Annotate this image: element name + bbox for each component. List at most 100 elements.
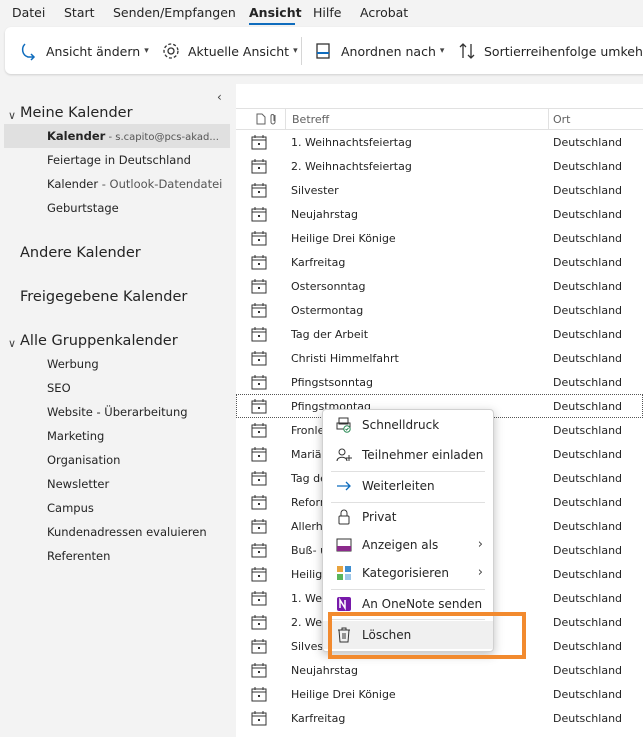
group-calendar-item[interactable]: Kundenadressen evaluieren [47,525,207,539]
chevron-down-icon: ▾ [144,46,149,56]
arrange-by-button[interactable]: Anordnen nach ▾ [314,40,444,62]
row-subject: Heilige Drei Könige [291,232,396,245]
ribbon-divider [301,37,302,65]
table-row[interactable]: Neujahrstag Deutschland [236,658,643,682]
table-row[interactable]: Silvester Deutschland [236,178,643,202]
group-calendar-item[interactable]: Newsletter [47,477,109,491]
tab-hilfe[interactable]: Hilfe [313,5,341,20]
menu-item-quick-print[interactable]: Schnelldruck [323,411,493,439]
table-row[interactable]: Heilige Drei Könige Deutschland [236,682,643,706]
row-location: Deutschland [553,208,623,221]
table-row[interactable]: Tag der Arbeit Deutschland [236,322,643,346]
group-calendar-item[interactable]: Werbung [47,357,99,371]
row-subject: Neujahrstag [291,208,359,221]
group-calendar-item[interactable]: Website - Überarbeitung [47,405,188,419]
calendar-item-main[interactable]: Kalender - s.capito@pcs-akad... [47,129,219,143]
column-divider[interactable] [285,109,286,129]
table-row[interactable]: Karfreitag Deutschland [236,706,643,730]
row-location: Deutschland [553,256,623,269]
calendar-item-datafile[interactable]: Kalender - Outlook-Datendatei [47,177,222,191]
row-subject: Mariä [291,448,322,461]
table-row[interactable]: Ostersonntag Deutschland [236,274,643,298]
group-calendar-item[interactable]: Marketing [47,429,104,443]
group-all-group-calendars[interactable]: Alle Gruppenkalender [20,333,178,349]
tab-datei[interactable]: Datei [12,5,45,20]
row-location: Deutschland [553,496,623,509]
column-header-location[interactable]: Ort [553,113,571,126]
menu-item-private[interactable]: Privat [323,503,493,531]
table-row[interactable]: Neujahrstag Deutschland [236,202,643,226]
row-location: Deutschland [553,472,623,485]
group-my-calendars[interactable]: Meine Kalender [20,105,133,121]
calendar-event-icon [251,447,267,462]
row-location: Deutschland [553,688,623,701]
table-row[interactable]: Karfreitag Deutschland [236,250,643,274]
group-calendar-item[interactable]: SEO [47,381,71,395]
column-divider[interactable] [548,109,549,129]
menu-item-invite-attendees[interactable]: Teilnehmer einladen [323,441,493,469]
calendar-event-icon [251,255,267,270]
item-type-icon[interactable] [256,113,266,125]
group-shared-calendars[interactable]: Freigegebene Kalender [20,289,187,305]
current-view-button[interactable]: Aktuelle Ansicht ▾ [161,40,298,62]
row-subject: 1. Wei [291,592,326,605]
row-location: Deutschland [553,520,623,533]
row-subject: 2. Weihnachtsfeiertag [291,160,412,173]
row-location: Deutschland [553,232,623,245]
table-row[interactable]: Pfingstsonntag Deutschland [236,370,643,394]
collapse-pane-icon[interactable]: ‹ [217,90,222,104]
table-row[interactable]: 2. Weihnachtsfeiertag Deutschland [236,154,643,178]
calendar-event-icon [251,135,267,150]
chevron-down-icon[interactable]: ∨ [8,109,16,122]
row-location: Deutschland [553,448,623,461]
column-header-subject[interactable]: Betreff [292,113,329,126]
group-calendar-item[interactable]: Organisation [47,453,120,467]
table-row[interactable]: Ostermontag Deutschland [236,298,643,322]
calendar-event-icon [251,303,267,318]
tab-acrobat[interactable]: Acrobat [360,5,408,20]
menu-item-forward[interactable]: Weiterleiten [323,472,493,500]
row-subject: Karfreitag [291,256,346,269]
attachment-icon[interactable] [270,113,278,125]
menu-item-categorize[interactable]: Kategorisieren › [323,559,493,587]
calendar-name: Kalender [47,129,106,143]
table-row[interactable]: Heilige Drei Könige Deutschland [236,226,643,250]
menu-item-show-as[interactable]: Anzeigen als › [323,531,493,559]
calendar-item-holidays[interactable]: Feiertage in Deutschland [47,153,191,167]
row-location: Deutschland [553,424,623,437]
chevron-down-icon: ▾ [293,46,298,56]
tab-senden-empfangen[interactable]: Senden/Empfangen [113,5,236,20]
row-location: Deutschland [553,712,623,725]
onenote-icon [337,597,351,611]
group-calendar-item[interactable]: Campus [47,501,94,515]
change-view-label: Ansicht ändern [46,43,141,59]
calendar-event-icon [251,279,267,294]
table-row[interactable]: Christi Himmelfahrt Deutschland [236,346,643,370]
row-subject: Pfingstsonntag [291,376,374,389]
row-subject: Ostersonntag [291,280,366,293]
group-other-calendars[interactable]: Andere Kalender [20,245,141,261]
calendar-event-icon [251,639,267,654]
row-location: Deutschland [553,136,623,149]
print-icon [336,417,351,433]
calendar-event-icon [251,567,267,582]
calendar-item-birthdays[interactable]: Geburtstage [47,201,119,215]
tab-ansicht[interactable]: Ansicht [249,5,302,20]
calendar-event-icon [251,543,267,558]
tab-start[interactable]: Start [64,5,95,20]
categorize-icon [337,566,351,580]
reverse-sort-button[interactable]: Sortierreihenfolge umkehren [457,40,643,62]
row-subject: Allerh [291,520,323,533]
row-location: Deutschland [553,280,623,293]
row-subject: 1. Weihnachtsfeiertag [291,136,412,149]
calendar-event-icon [251,183,267,198]
group-calendar-item[interactable]: Referenten [47,549,110,563]
table-row[interactable]: 1. Weihnachtsfeiertag Deutschland [236,130,643,154]
row-location: Deutschland [553,328,623,341]
chevron-down-icon[interactable]: ∨ [8,337,16,350]
row-location: Deutschland [553,568,623,581]
change-view-button[interactable]: Ansicht ändern ▾ [19,40,149,62]
row-subject: Heilig [291,568,323,581]
calendar-event-icon [251,207,267,222]
column-header-row: Betreff Ort [236,108,643,130]
